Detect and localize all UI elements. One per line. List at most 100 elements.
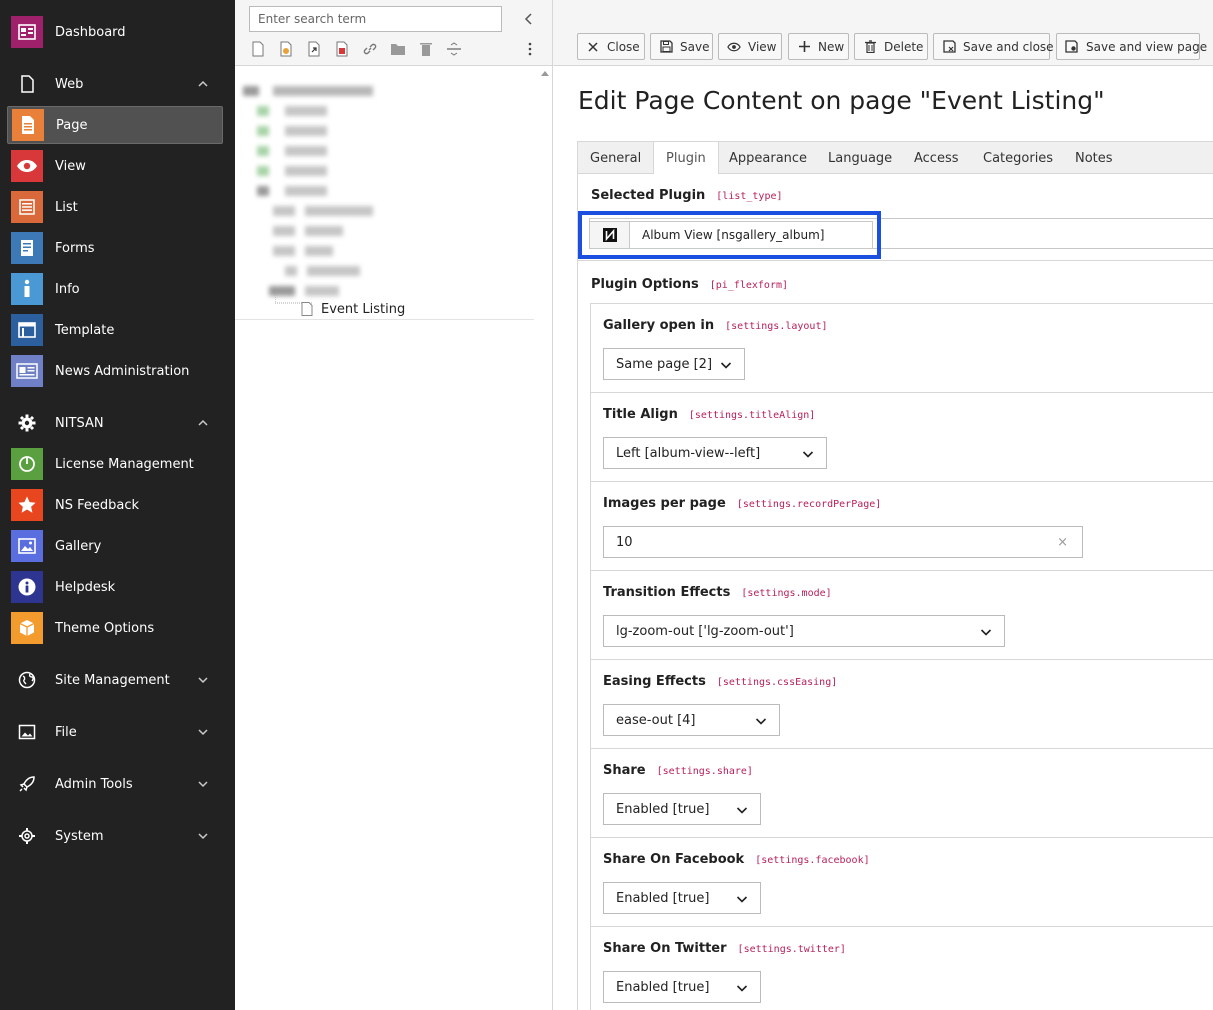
group-nitsan[interactable]: NITSAN xyxy=(7,404,223,442)
field-key: [settings.share] xyxy=(656,766,753,777)
module-template[interactable]: Template xyxy=(7,311,223,349)
field-key: [settings.facebook] xyxy=(755,855,870,866)
group-web-label: Web xyxy=(55,76,84,92)
module-license-label: License Management xyxy=(55,456,194,472)
group-file[interactable]: File xyxy=(7,713,223,751)
list-icon xyxy=(11,191,43,223)
module-helpdesk[interactable]: Helpdesk xyxy=(7,568,223,606)
page-link-icon[interactable] xyxy=(305,40,323,58)
scroll-up-icon[interactable] xyxy=(541,70,549,76)
tab-categories[interactable]: Categories xyxy=(971,142,1065,174)
template-icon xyxy=(11,314,43,346)
tab-general[interactable]: General xyxy=(578,142,653,174)
module-list[interactable]: List xyxy=(7,188,223,226)
plugin-value: Album View [nsgallery_album] xyxy=(642,228,825,242)
field-heading: Easing Effects [settings.cssEasing] xyxy=(603,674,837,689)
save-button-label: Save xyxy=(680,39,710,54)
images-per-page-input[interactable]: 10 × xyxy=(603,526,1083,558)
field-heading: Share On Facebook [settings.facebook] xyxy=(603,852,870,867)
save-view-button[interactable]: Save and view page xyxy=(1056,33,1207,60)
chevron-down-icon xyxy=(736,807,748,814)
tab-plugin[interactable]: Plugin xyxy=(653,142,719,175)
field-label: Title Align xyxy=(603,407,678,422)
forms-icon xyxy=(11,232,43,264)
tab-access[interactable]: Access xyxy=(902,142,971,174)
title-align-select[interactable]: Left [album-view--left] xyxy=(603,437,827,469)
new-page-special-icon[interactable] xyxy=(277,40,295,58)
save-button[interactable]: Save xyxy=(650,33,713,60)
gear-icon xyxy=(11,407,43,439)
tree-search-input[interactable] xyxy=(249,6,502,32)
module-forms[interactable]: Forms xyxy=(7,229,223,267)
new-button[interactable]: New xyxy=(788,33,849,60)
module-license-management[interactable]: License Management xyxy=(7,445,223,483)
chevron-down-icon xyxy=(198,677,208,684)
tree-scrollbar[interactable] xyxy=(538,66,552,1010)
tree-node-event-listing[interactable]: Event Listing xyxy=(235,293,534,320)
tree-node-label: Event Listing xyxy=(321,302,406,317)
plugin-options-heading: Plugin Options [pi_flexform] xyxy=(591,277,788,292)
chevron-down-icon xyxy=(198,729,208,736)
module-theme-options[interactable]: Theme Options xyxy=(7,609,223,647)
selected-plugin-field: Album View [nsgallery_album] xyxy=(578,211,1213,261)
view-button[interactable]: View xyxy=(718,33,782,60)
module-dashboard-label: Dashboard xyxy=(55,24,126,40)
module-dashboard[interactable]: Dashboard xyxy=(7,13,223,51)
group-site-management[interactable]: Site Management xyxy=(7,661,223,699)
field-label: Transition Effects xyxy=(603,585,731,600)
tree-node-blurred xyxy=(257,126,327,136)
clear-icon[interactable]: × xyxy=(1057,535,1068,550)
module-feedback-label: NS Feedback xyxy=(55,497,140,513)
save-close-button[interactable]: Save and close xyxy=(933,33,1054,60)
module-helpdesk-label: Helpdesk xyxy=(55,579,116,595)
trash-icon[interactable] xyxy=(417,40,435,58)
select-value: lg-zoom-out ['lg-zoom-out'] xyxy=(616,623,794,639)
plugin-tab-panel: Selected Plugin [list_type] Album View [n… xyxy=(577,174,1213,1010)
tree-node-blurred xyxy=(257,146,327,156)
share-select[interactable]: Enabled [true] xyxy=(603,793,761,825)
field-images-per-page: Images per page [settings.recordPerPage] … xyxy=(591,482,1213,571)
field-heading: Share [settings.share] xyxy=(603,763,753,778)
module-view[interactable]: View xyxy=(7,147,223,185)
tab-notes[interactable]: Notes xyxy=(1063,142,1125,174)
more-options-icon[interactable] xyxy=(521,40,539,58)
select-value: Left [album-view--left] xyxy=(616,445,761,461)
easing-effects-select[interactable]: ease-out [4] xyxy=(603,704,780,736)
page-tree-panel: Event Listing xyxy=(235,0,553,1010)
plugin-options-box: Gallery open in [settings.layout] Same pa… xyxy=(590,303,1213,1010)
group-admin-tools[interactable]: Admin Tools xyxy=(7,765,223,803)
module-template-label: Template xyxy=(55,322,115,338)
module-page[interactable]: Page xyxy=(7,106,223,144)
delete-button[interactable]: Delete xyxy=(854,33,928,60)
plugin-select[interactable]: Album View [nsgallery_album] xyxy=(589,221,873,249)
group-web[interactable]: Web xyxy=(7,65,223,103)
share-facebook-select[interactable]: Enabled [true] xyxy=(603,882,761,914)
tab-language[interactable]: Language xyxy=(816,142,904,174)
page-tree: Event Listing xyxy=(235,66,552,1010)
module-news-administration[interactable]: News Administration xyxy=(7,352,223,390)
tab-appearance[interactable]: Appearance xyxy=(717,142,819,174)
page-shortcut-icon[interactable] xyxy=(333,40,351,58)
module-ns-feedback[interactable]: NS Feedback xyxy=(7,486,223,524)
close-button[interactable]: Close xyxy=(577,33,645,60)
collapse-icon[interactable] xyxy=(521,11,537,27)
input-value: 10 xyxy=(616,534,633,550)
folder-icon[interactable] xyxy=(389,40,407,58)
group-system[interactable]: System xyxy=(7,817,223,855)
form-tabs: General Plugin Appearance Language Acces… xyxy=(577,141,1213,175)
gallery-open-in-select[interactable]: Same page [2] xyxy=(603,348,745,380)
module-info[interactable]: Info xyxy=(7,270,223,308)
transition-effects-select[interactable]: lg-zoom-out ['lg-zoom-out'] xyxy=(603,615,1005,647)
chevron-down-icon xyxy=(736,985,748,992)
link-icon[interactable] xyxy=(361,40,379,58)
field-label: Share xyxy=(603,763,646,778)
group-system-label: System xyxy=(55,828,104,844)
divider-icon[interactable] xyxy=(445,40,463,58)
module-gallery[interactable]: Gallery xyxy=(7,527,223,565)
new-page-icon[interactable] xyxy=(249,40,267,58)
group-admin-tools-label: Admin Tools xyxy=(55,776,133,792)
group-nitsan-label: NITSAN xyxy=(55,415,104,431)
field-label: Gallery open in xyxy=(603,318,715,333)
share-twitter-select[interactable]: Enabled [true] xyxy=(603,971,761,1003)
field-key: [settings.cssEasing] xyxy=(716,677,838,688)
